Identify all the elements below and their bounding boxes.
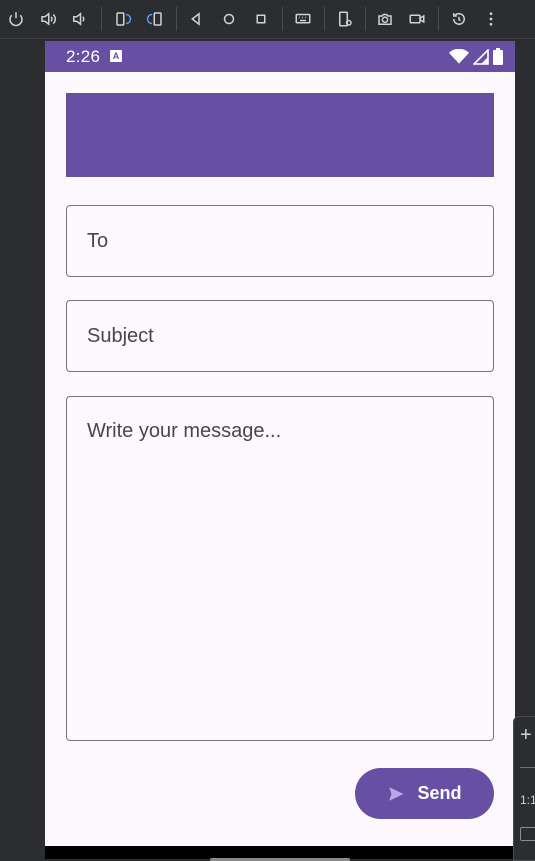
- zoom-in-icon[interactable]: +: [520, 725, 532, 745]
- status-bar: 2:26 A: [45, 41, 515, 72]
- home-icon[interactable]: [219, 9, 239, 29]
- volume-down-icon[interactable]: [69, 9, 89, 29]
- message-field[interactable]: [66, 396, 494, 741]
- send-button-label: Send: [417, 783, 462, 803]
- power-icon[interactable]: [6, 9, 26, 29]
- overview-icon[interactable]: [251, 9, 271, 29]
- rotate-right-icon[interactable]: [145, 9, 165, 29]
- message-input[interactable]: [67, 397, 493, 740]
- device-settings-icon[interactable]: [335, 9, 355, 29]
- fit-screen-icon[interactable]: [520, 827, 535, 841]
- signal-icon: [473, 48, 489, 65]
- zoom-out-icon[interactable]: [520, 767, 535, 768]
- reset-icon[interactable]: [449, 9, 469, 29]
- camera-icon[interactable]: [375, 9, 395, 29]
- emulator-toolbar: [0, 0, 535, 39]
- gesture-bar: [45, 846, 515, 861]
- header-banner: [66, 93, 494, 177]
- status-clock: 2:26: [66, 47, 101, 66]
- screenrecord-icon[interactable]: [407, 9, 427, 29]
- more-icon[interactable]: [481, 9, 501, 29]
- send-icon: [389, 786, 404, 801]
- subject-field[interactable]: [66, 300, 494, 372]
- volume-up-icon[interactable]: [38, 9, 58, 29]
- subject-input[interactable]: [67, 301, 493, 371]
- wifi-icon: [449, 48, 469, 64]
- zoom-panel: + 1:1: [513, 716, 535, 861]
- rotate-left-icon[interactable]: [113, 9, 133, 29]
- back-icon[interactable]: [186, 9, 206, 29]
- keyboard-icon[interactable]: [293, 9, 313, 29]
- zoom-ratio[interactable]: 1:1: [520, 793, 535, 807]
- send-button[interactable]: Send: [355, 768, 494, 819]
- device-screen: 2:26 A Send: [45, 41, 515, 859]
- status-icons: [449, 48, 503, 65]
- battery-icon: [493, 48, 503, 65]
- notification-badge: A: [110, 50, 122, 62]
- to-input[interactable]: [67, 206, 493, 276]
- to-field[interactable]: [66, 205, 494, 277]
